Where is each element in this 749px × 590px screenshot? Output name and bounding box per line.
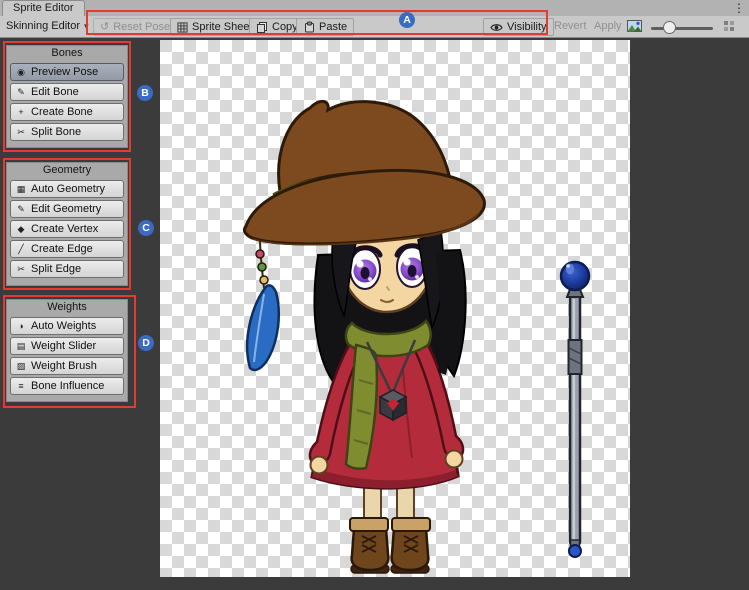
auto-weights-button[interactable]: ◑ Auto Weights <box>10 317 124 335</box>
preview-pose-button[interactable]: ◉ Preview Pose <box>10 63 124 81</box>
split-bone-icon: ✂ <box>15 127 27 138</box>
reset-pose-button[interactable]: ↺ Reset Pose <box>93 18 177 36</box>
visibility-label: Visibility <box>507 21 547 33</box>
annotation-badge-a: A <box>399 12 415 28</box>
annotation-badge-d: D <box>138 335 154 351</box>
sprite-editor-tab[interactable]: Sprite Editor <box>2 0 85 16</box>
bones-panel: Bones ◉ Preview Pose ✎ Edit Bone + Creat… <box>6 45 128 148</box>
create-edge-button[interactable]: ╱ Create Edge <box>10 240 124 258</box>
zoom-slider-track[interactable] <box>651 27 713 30</box>
edit-geometry-button[interactable]: ✎ Edit Geometry <box>10 200 124 218</box>
create-edge-label: Create Edge <box>31 243 93 255</box>
paste-button[interactable]: Paste <box>296 18 354 36</box>
bone-influence-button[interactable]: ≡ Bone Influence <box>10 377 124 395</box>
weight-brush-button[interactable]: ▨ Weight Brush <box>10 357 124 375</box>
preview-pose-label: Preview Pose <box>31 66 98 78</box>
character-sprite[interactable] <box>244 101 484 573</box>
sprite-canvas-svg <box>160 40 630 577</box>
annotation-badge-c: C <box>138 220 154 236</box>
apply-button[interactable]: Apply <box>590 18 626 34</box>
witch-hat <box>244 101 484 245</box>
sprite-canvas[interactable] <box>160 40 630 577</box>
auto-geometry-label: Auto Geometry <box>31 183 105 195</box>
weight-brush-label: Weight Brush <box>31 360 97 372</box>
editor-mode-dropdown[interactable]: Skinning Editor ▾ <box>2 18 93 34</box>
visibility-button[interactable]: Visibility <box>483 18 554 36</box>
auto-weights-label: Auto Weights <box>31 320 96 332</box>
apply-label: Apply <box>594 20 622 32</box>
weight-brush-icon: ▨ <box>15 361 27 372</box>
cube-pendant <box>380 390 406 420</box>
sprite-sheet-icon <box>177 22 188 33</box>
staff-sprite[interactable] <box>561 262 589 557</box>
create-vertex-button[interactable]: ◆ Create Vertex <box>10 220 124 238</box>
split-bone-label: Split Bone <box>31 126 81 138</box>
geometry-panel: Geometry ▦ Auto Geometry ✎ Edit Geometry… <box>6 162 128 286</box>
create-vertex-label: Create Vertex <box>31 223 98 235</box>
bone-influence-label: Bone Influence <box>31 380 104 392</box>
edit-bone-button[interactable]: ✎ Edit Bone <box>10 83 124 101</box>
edit-bone-label: Edit Bone <box>31 86 79 98</box>
paste-label: Paste <box>319 21 347 33</box>
edit-geometry-label: Edit Geometry <box>31 203 101 215</box>
feather-charm <box>247 240 279 370</box>
auto-weights-icon: ◑ <box>15 321 27 331</box>
chevron-down-icon: ▾ <box>84 21 89 32</box>
create-bone-icon: + <box>15 107 27 117</box>
weight-slider-button[interactable]: ▤ Weight Slider <box>10 337 124 355</box>
right-boot <box>391 518 430 573</box>
auto-geometry-button[interactable]: ▦ Auto Geometry <box>10 180 124 198</box>
left-boot <box>350 518 389 573</box>
left-eye <box>350 248 380 289</box>
create-bone-button[interactable]: + Create Bone <box>10 103 124 121</box>
texture-preview-icon <box>627 20 642 32</box>
weights-panel: Weights ◑ Auto Weights ▤ Weight Slider ▨… <box>6 299 128 402</box>
geometry-panel-title: Geometry <box>7 163 127 178</box>
overlay-preview-button[interactable] <box>627 18 642 34</box>
sprite-sheet-button[interactable]: Sprite Sheet <box>170 18 260 36</box>
create-vertex-icon: ◆ <box>15 224 27 235</box>
split-bone-button[interactable]: ✂ Split Bone <box>10 123 124 141</box>
split-edge-label: Split Edge <box>31 263 81 275</box>
weights-panel-title: Weights <box>7 300 127 315</box>
window-tab-bar: Sprite Editor ⋮ <box>0 0 749 16</box>
bones-panel-title: Bones <box>7 46 127 61</box>
weight-slider-icon: ▤ <box>15 341 27 352</box>
create-bone-label: Create Bone <box>31 106 93 118</box>
split-edge-button[interactable]: ✂ Split Edge <box>10 260 124 278</box>
annotation-badge-b: B <box>137 85 153 101</box>
copy-label: Copy <box>272 21 298 33</box>
preview-pose-icon: ◉ <box>15 67 27 78</box>
copy-icon <box>256 21 268 33</box>
revert-button[interactable]: Revert <box>550 18 590 34</box>
grid-icon <box>723 20 735 32</box>
window-menu-icon[interactable]: ⋮ <box>733 1 745 15</box>
weight-slider-label: Weight Slider <box>31 340 96 352</box>
create-edge-icon: ╱ <box>15 244 27 255</box>
skinning-toolbar: Skinning Editor ▾ ↺ Reset Pose Sprite Sh… <box>0 16 749 38</box>
zoom-slider-knob[interactable] <box>663 21 676 34</box>
paste-icon <box>303 21 315 33</box>
auto-geometry-icon: ▦ <box>15 184 27 195</box>
sprite-sheet-label: Sprite Sheet <box>192 21 253 33</box>
revert-label: Revert <box>554 20 586 32</box>
zoom-slider[interactable] <box>651 18 715 34</box>
edit-geometry-icon: ✎ <box>15 204 27 215</box>
reset-pose-icon: ↺ <box>100 21 109 33</box>
editor-mode-label: Skinning Editor <box>6 20 80 32</box>
edit-bone-icon: ✎ <box>15 87 27 98</box>
split-edge-icon: ✂ <box>15 264 27 275</box>
bone-influence-icon: ≡ <box>15 381 27 391</box>
reset-pose-label: Reset Pose <box>113 21 170 33</box>
visibility-eye-icon <box>490 22 503 33</box>
grid-toggle-button[interactable] <box>723 18 735 34</box>
